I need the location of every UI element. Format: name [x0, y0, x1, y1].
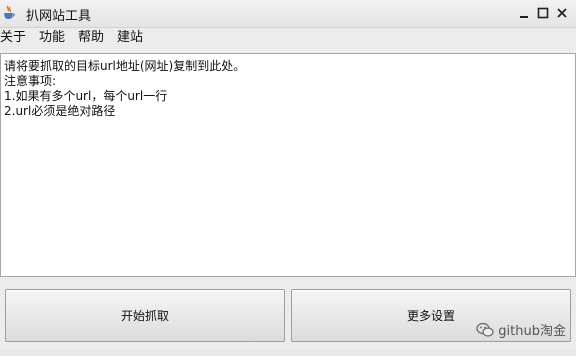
window-bottom-border — [0, 350, 576, 356]
more-settings-label: 更多设置 — [406, 309, 455, 323]
minimize-icon[interactable] — [515, 4, 533, 22]
watermark-text: github淘金 — [498, 324, 566, 339]
textarea-line: 注意事项: — [4, 74, 57, 88]
url-textarea[interactable]: 请将要抓取的目标url地址(网址)复制到此处。 注意事项: 1.如果有多个url… — [0, 53, 576, 277]
watermark: github淘金 — [476, 320, 566, 339]
close-icon[interactable] — [553, 4, 571, 22]
window-title: 扒网站工具 — [26, 9, 92, 24]
menu-about[interactable]: 关于 — [0, 30, 26, 46]
maximize-icon[interactable] — [534, 4, 552, 22]
textarea-line: 1.如果有多个url，每个url一行 — [4, 89, 168, 103]
menu-build-site[interactable]: 建站 — [117, 30, 143, 46]
menu-bar: 关于 功能 帮助 建站 — [0, 28, 576, 49]
menu-features[interactable]: 功能 — [39, 30, 65, 46]
start-crawl-button[interactable]: 开始抓取 — [5, 289, 285, 342]
textarea-line: 2.url必须是绝对路径 — [4, 104, 116, 118]
textarea-line: 请将要抓取的目标url地址(网址)复制到此处。 — [4, 59, 246, 73]
wechat-icon — [476, 322, 494, 338]
menu-help[interactable]: 帮助 — [78, 30, 104, 46]
title-bar: 扒网站工具 — [0, 0, 576, 28]
java-cup-icon — [2, 5, 16, 21]
start-crawl-label: 开始抓取 — [120, 309, 169, 323]
